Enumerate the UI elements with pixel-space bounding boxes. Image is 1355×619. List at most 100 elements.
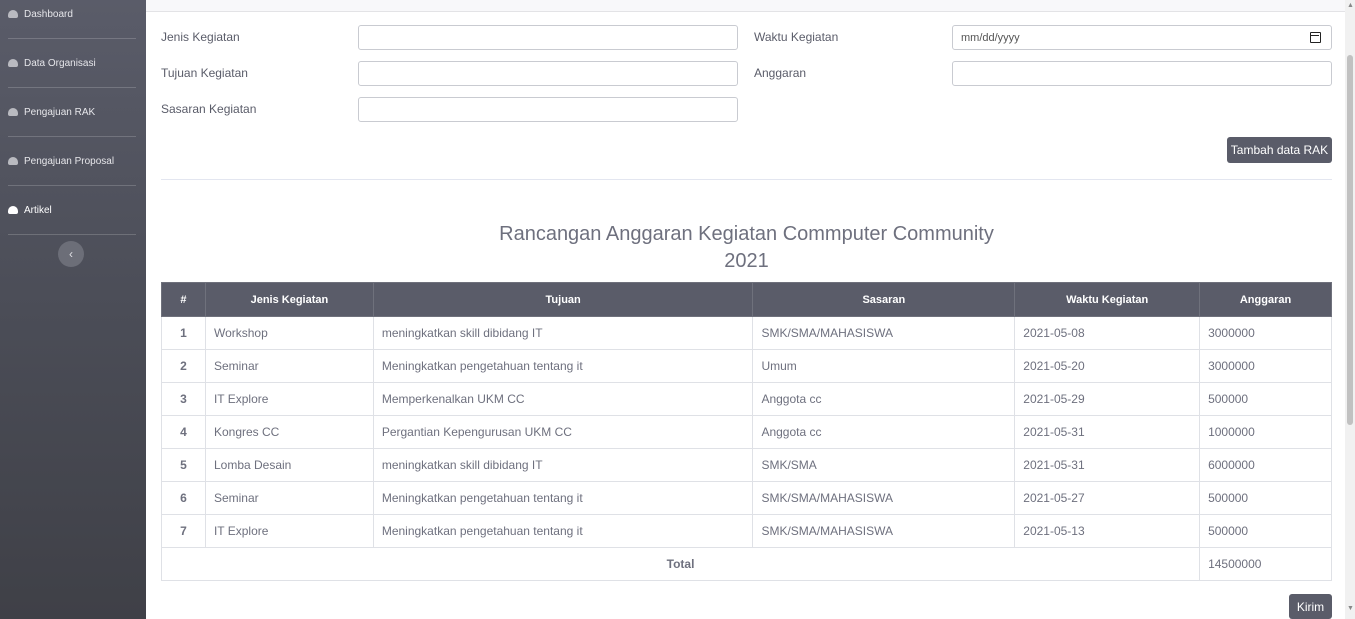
dashboard-icon: [8, 206, 18, 214]
table-row: 7 IT Explore Meningkatkan pengetahuan te…: [161, 514, 1332, 548]
anggaran-input[interactable]: [952, 61, 1332, 86]
jenis-cell: Lomba Desain: [204, 448, 374, 482]
sasaran-cell: SMK/SMA/MAHASISWA: [752, 481, 1016, 515]
total-value: 14500000: [1199, 547, 1332, 581]
chevron-left-icon: ‹: [69, 247, 73, 261]
anggaran-cell: 1000000: [1199, 415, 1332, 449]
tujuan-cell: Meningkatkan pengetahuan tentang it: [372, 349, 754, 383]
sasaran-kegiatan-label: Sasaran Kegiatan: [161, 102, 257, 116]
row-number: 6: [161, 481, 206, 515]
row-number: 2: [161, 349, 206, 383]
sidebar-item-dashboard[interactable]: Dashboard: [8, 0, 136, 39]
table-header-row: # Jenis Kegiatan Tujuan Sasaran Waktu Ke…: [161, 282, 1332, 317]
row-number: 7: [161, 514, 206, 548]
sasaran-kegiatan-input[interactable]: [358, 97, 738, 122]
jenis-cell: Seminar: [204, 481, 374, 515]
sidebar-item-artikel[interactable]: Artikel: [8, 186, 136, 235]
sidebar-item-label: Data Organisasi: [24, 57, 96, 69]
column-header: #: [161, 282, 206, 317]
total-row: Total 14500000: [160, 547, 1332, 581]
row-number: 4: [161, 415, 206, 449]
total-label: Total: [160, 547, 1201, 581]
sasaran-cell: Anggota cc: [752, 382, 1016, 416]
table-row: 5 Lomba Desain meningkatkan skill dibida…: [161, 448, 1332, 482]
table-row: 1 Workshop meningkatkan skill dibidang I…: [161, 316, 1332, 350]
row-number: 1: [161, 316, 206, 350]
tujuan-cell: meningkatkan skill dibidang IT: [372, 316, 754, 350]
table-row: 3 IT Explore Memperkenalkan UKM CC Anggo…: [161, 382, 1332, 416]
anggaran-cell: 500000: [1199, 514, 1332, 548]
kirim-button[interactable]: Kirim: [1289, 594, 1332, 619]
topbar: [146, 0, 1345, 12]
rak-table: # Jenis Kegiatan Tujuan Sasaran Waktu Ke…: [160, 282, 1332, 581]
sasaran-cell: SMK/SMA/MAHASISWA: [752, 316, 1016, 350]
scrollbar[interactable]: ▲ ▼: [1345, 0, 1355, 619]
jenis-cell: Seminar: [204, 349, 374, 383]
sidebar: Dashboard Data Organisasi Pengajuan RAK …: [0, 0, 146, 619]
dashboard-icon: [8, 108, 18, 116]
tujuan-cell: meningkatkan skill dibidang IT: [372, 448, 754, 482]
anggaran-cell: 6000000: [1199, 448, 1332, 482]
calendar-icon[interactable]: [1310, 32, 1321, 43]
row-number: 3: [161, 382, 206, 416]
sasaran-cell: Umum: [752, 349, 1016, 383]
divider: [161, 179, 1332, 180]
column-header: Anggaran: [1199, 282, 1332, 317]
sidebar-item-label: Dashboard: [24, 8, 73, 20]
anggaran-cell: 500000: [1199, 382, 1332, 416]
anggaran-label: Anggaran: [754, 66, 807, 80]
report-year: 2021: [724, 250, 769, 272]
sasaran-cell: SMK/SMA/MAHASISWA: [752, 514, 1016, 548]
waktu-kegiatan-label: Waktu Kegiatan: [754, 30, 839, 44]
waktu-cell: 2021-05-27: [1014, 481, 1201, 515]
tujuan-kegiatan-label: Tujuan Kegiatan: [161, 66, 248, 80]
anggaran-cell: 3000000: [1199, 349, 1332, 383]
tujuan-cell: Pergantian Kepengurusan UKM CC: [372, 415, 754, 449]
waktu-kegiatan-date-input[interactable]: mm/dd/yyyy: [952, 25, 1332, 50]
table-row: 6 Seminar Meningkatkan pengetahuan tenta…: [161, 481, 1332, 515]
scroll-up-icon[interactable]: ▲: [1347, 2, 1354, 9]
sidebar-item-data-organisasi[interactable]: Data Organisasi: [8, 39, 136, 88]
date-placeholder: mm/dd/yyyy: [961, 31, 1020, 44]
column-header: Tujuan: [372, 282, 754, 317]
jenis-kegiatan-label: Jenis Kegiatan: [161, 30, 240, 44]
sidebar-item-pengajuan-rak[interactable]: Pengajuan RAK: [8, 88, 136, 137]
scroll-down-icon[interactable]: ▼: [1347, 605, 1354, 612]
jenis-cell: Workshop: [204, 316, 374, 350]
anggaran-cell: 3000000: [1199, 316, 1332, 350]
table-row: 4 Kongres CC Pergantian Kepengurusan UKM…: [161, 415, 1332, 449]
dashboard-icon: [8, 10, 18, 18]
waktu-cell: 2021-05-13: [1014, 514, 1201, 548]
waktu-cell: 2021-05-29: [1014, 382, 1201, 416]
sasaran-cell: SMK/SMA: [752, 448, 1016, 482]
row-number: 5: [161, 448, 206, 482]
tujuan-cell: Meningkatkan pengetahuan tentang it: [372, 514, 754, 548]
sidebar-item-pengajuan-proposal[interactable]: Pengajuan Proposal: [8, 137, 136, 186]
table-row: 2 Seminar Meningkatkan pengetahuan tenta…: [161, 349, 1332, 383]
sidebar-toggle-button[interactable]: ‹: [58, 241, 84, 267]
dashboard-icon: [8, 157, 18, 165]
sidebar-item-label: Pengajuan Proposal: [24, 155, 115, 167]
report-title: Rancangan Anggaran Kegiatan Commputer Co…: [499, 223, 994, 245]
scrollbar-thumb[interactable]: [1347, 55, 1353, 425]
tujuan-cell: Meningkatkan pengetahuan tentang it: [372, 481, 754, 515]
jenis-cell: Kongres CC: [204, 415, 374, 449]
waktu-cell: 2021-05-20: [1014, 349, 1201, 383]
waktu-cell: 2021-05-08: [1014, 316, 1201, 350]
column-header: Jenis Kegiatan: [204, 282, 374, 317]
tujuan-kegiatan-input[interactable]: [358, 61, 738, 86]
waktu-cell: 2021-05-31: [1014, 448, 1201, 482]
sidebar-item-label: Pengajuan RAK: [24, 106, 96, 118]
sidebar-item-label: Artikel: [24, 204, 52, 216]
column-header: Sasaran: [752, 282, 1016, 317]
waktu-cell: 2021-05-31: [1014, 415, 1201, 449]
sasaran-cell: Anggota cc: [752, 415, 1016, 449]
column-header: Waktu Kegiatan: [1014, 282, 1201, 317]
jenis-cell: IT Explore: [204, 514, 374, 548]
jenis-kegiatan-input[interactable]: [358, 25, 738, 50]
tambah-data-rak-button[interactable]: Tambah data RAK: [1227, 137, 1332, 163]
tujuan-cell: Memperkenalkan UKM CC: [372, 382, 754, 416]
anggaran-cell: 500000: [1199, 481, 1332, 515]
dashboard-icon: [8, 59, 18, 67]
jenis-cell: IT Explore: [204, 382, 374, 416]
